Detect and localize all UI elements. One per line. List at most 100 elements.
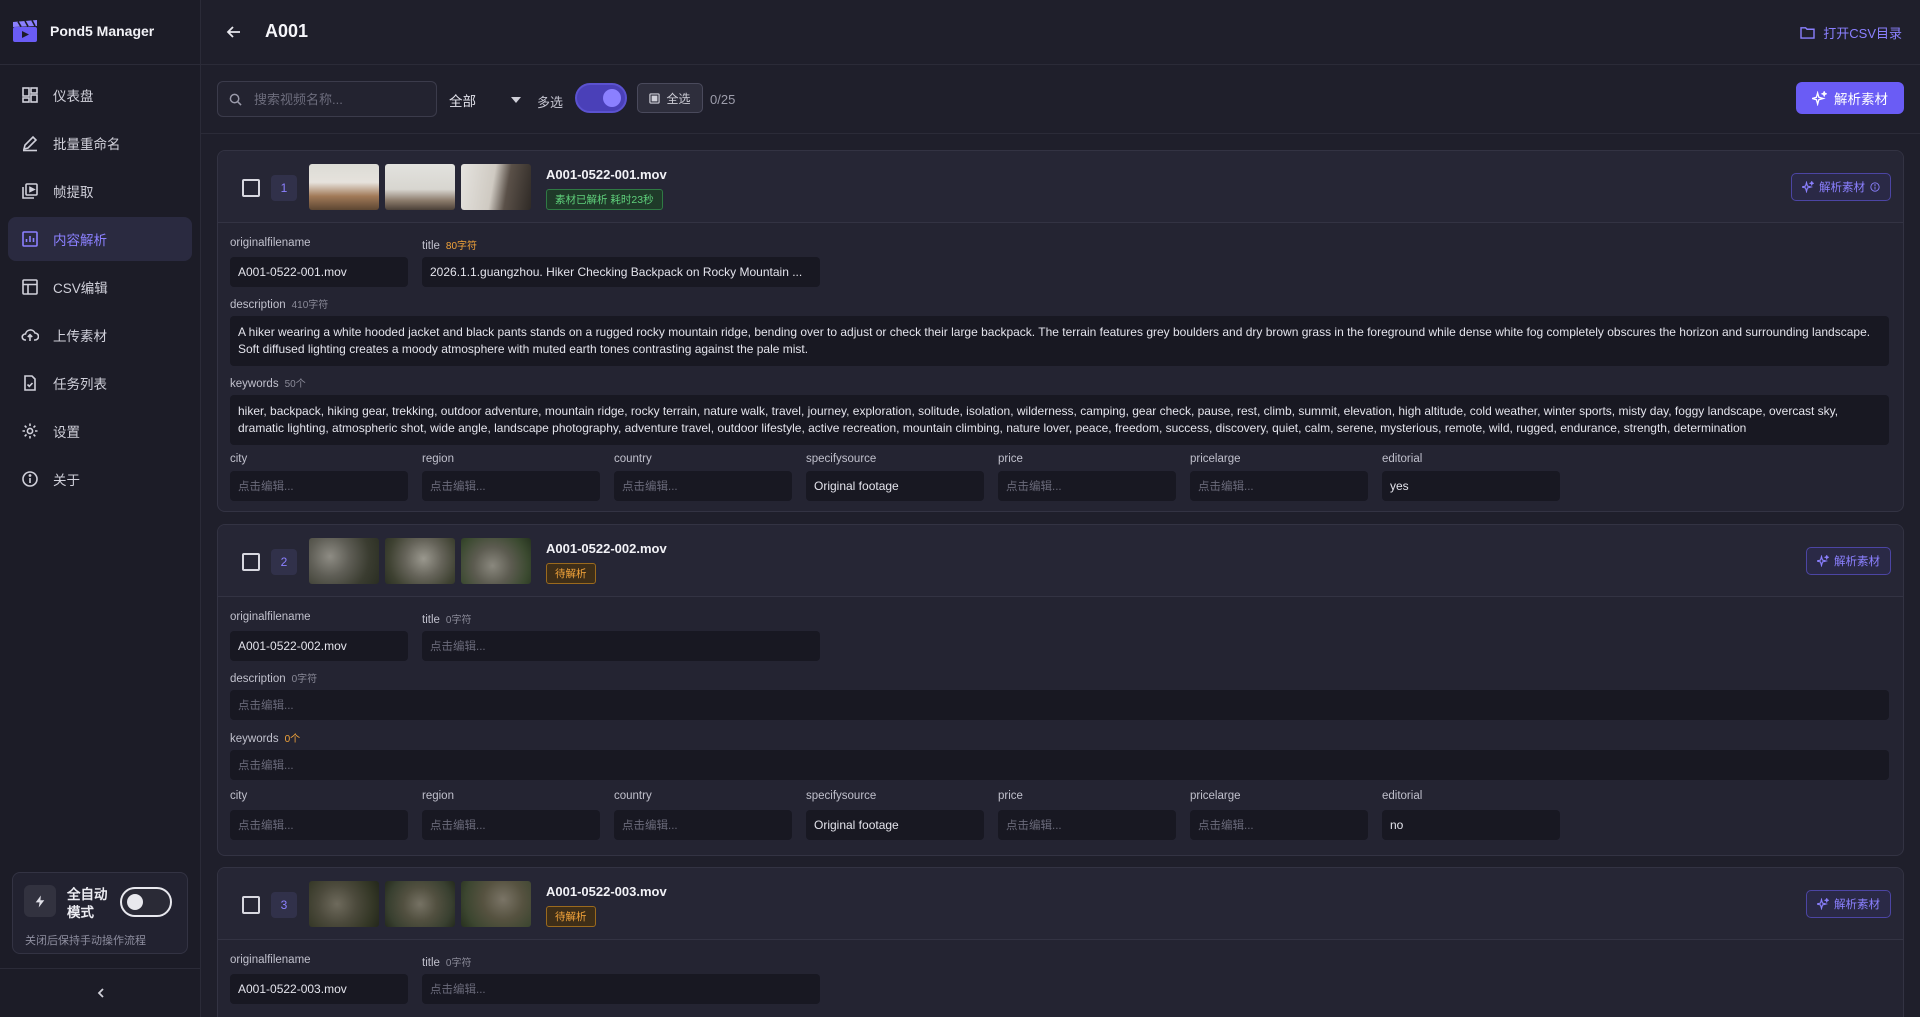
arrow-left-icon — [226, 26, 240, 38]
video-thumbnail[interactable] — [309, 881, 379, 927]
card-index: 2 — [271, 549, 297, 575]
city-field[interactable]: 点击编辑... — [230, 471, 408, 501]
thumbnail-strip — [309, 881, 531, 927]
open-csv-folder-button[interactable]: 打开CSV目录 — [1800, 23, 1902, 42]
card-checkbox[interactable] — [242, 553, 260, 571]
card-analyze-button[interactable]: 解析素材 — [1806, 890, 1891, 918]
clapperboard-logo-icon — [13, 20, 37, 42]
keywords-field[interactable]: hiker, backpack, hiking gear, trekking, … — [230, 395, 1889, 445]
sidebar-item-dashboard[interactable]: 仪表盘 — [8, 73, 192, 117]
video-card: 2 A001-0522-002.mov 待解析 解析素材 originalfil… — [217, 524, 1904, 856]
video-thumbnail[interactable] — [461, 164, 531, 210]
filter-value: 全部 — [449, 94, 476, 109]
video-thumbnail[interactable] — [385, 538, 455, 584]
sparkle-icon — [1812, 90, 1827, 106]
video-thumbnail[interactable] — [309, 538, 379, 584]
auto-mode-description: 关闭后保持手动操作流程 — [25, 935, 146, 947]
auto-mode-card: 全自动模式 关闭后保持手动操作流程 — [12, 872, 188, 954]
search-input[interactable] — [254, 91, 414, 107]
filter-select[interactable]: 全部 — [449, 90, 521, 110]
video-thumbnail[interactable] — [385, 164, 455, 210]
title-field[interactable]: 点击编辑... — [422, 631, 820, 661]
pricelarge-field[interactable]: 点击编辑... — [1190, 471, 1368, 501]
card-checkbox[interactable] — [242, 896, 260, 914]
region-field[interactable]: 点击编辑... — [422, 810, 600, 840]
card-index: 1 — [271, 175, 297, 201]
card-analyze-button[interactable]: 解析素材 — [1806, 547, 1891, 575]
originalfilename-field[interactable]: A001-0522-003.mov — [230, 974, 408, 1004]
folder-icon — [1800, 27, 1815, 39]
keywords-field[interactable]: 点击编辑... — [230, 750, 1889, 780]
editorial-field[interactable]: no — [1382, 810, 1560, 840]
multi-select-toggle[interactable] — [575, 83, 627, 113]
field-label: keywords 50个 — [230, 375, 306, 390]
analyze-all-button[interactable]: 解析素材 — [1796, 82, 1904, 114]
city-field[interactable]: 点击编辑... — [230, 810, 408, 840]
title-field[interactable]: 2026.1.1.guangzhou. Hiker Checking Backp… — [422, 257, 820, 287]
auto-mode-toggle[interactable] — [120, 887, 172, 917]
page-title: A001 — [265, 21, 309, 41]
sidebar-item-upload[interactable]: 上传素材 — [8, 313, 192, 357]
sidebar-item-label: 关于 — [53, 473, 80, 488]
video-thumbnail[interactable] — [461, 881, 531, 927]
search-icon — [229, 93, 242, 106]
card-filename: A001-0522-003.mov — [546, 884, 667, 899]
app-logo[interactable]: Pond5 Manager — [12, 19, 154, 43]
sparkle-icon — [1802, 181, 1814, 193]
country-field[interactable]: 点击编辑... — [614, 471, 792, 501]
sidebar-item-content-analysis[interactable]: 内容解析 — [8, 217, 192, 261]
field-label: region — [422, 790, 454, 802]
price-field[interactable]: 点击编辑... — [998, 810, 1176, 840]
field-label: editorial — [1382, 453, 1423, 465]
sidebar-item-csv-edit[interactable]: CSV编辑 — [8, 265, 192, 309]
sparkle-icon — [1817, 898, 1829, 910]
originalfilename-field[interactable]: A001-0522-001.mov — [230, 257, 408, 287]
dashboard-icon — [22, 87, 38, 103]
region-field[interactable]: 点击编辑... — [422, 471, 600, 501]
country-field[interactable]: 点击编辑... — [614, 810, 792, 840]
status-badge: 待解析 — [546, 906, 596, 927]
title-field[interactable]: 点击编辑... — [422, 974, 820, 1004]
thumbnail-strip — [309, 164, 531, 210]
card-checkbox[interactable] — [242, 179, 260, 197]
video-card: 3 A001-0522-003.mov 待解析 解析素材 originalfil… — [217, 867, 1904, 1017]
sidebar-item-settings[interactable]: 设置 — [8, 409, 192, 453]
field-label: country — [614, 453, 652, 465]
specifysource-field[interactable]: Original footage — [806, 471, 984, 501]
price-field[interactable]: 点击编辑... — [998, 471, 1176, 501]
card-analyze-button[interactable]: 解析素材 — [1791, 173, 1891, 201]
specifysource-field[interactable]: Original footage — [806, 810, 984, 840]
back-button[interactable] — [224, 22, 244, 42]
lightning-icon — [24, 885, 56, 917]
sparkle-icon — [1817, 555, 1829, 567]
sidebar-item-about[interactable]: 关于 — [8, 457, 192, 501]
field-label: region — [422, 453, 454, 465]
field-label: specifysource — [806, 790, 877, 802]
select-all-icon — [649, 92, 661, 104]
select-all-button[interactable]: 全选 — [637, 83, 703, 113]
description-field[interactable]: 点击编辑... — [230, 690, 1889, 720]
card-filename: A001-0522-001.mov — [546, 167, 667, 182]
field-label: originalfilename — [230, 954, 311, 966]
field-label: title 80字符 — [422, 237, 477, 252]
originalfilename-field[interactable]: A001-0522-002.mov — [230, 631, 408, 661]
chevron-left-icon — [97, 988, 104, 998]
status-badge: 素材已解析 耗时23秒 — [546, 189, 663, 210]
pricelarge-field[interactable]: 点击编辑... — [1190, 810, 1368, 840]
description-field[interactable]: A hiker wearing a white hooded jacket an… — [230, 316, 1889, 366]
sidebar-item-task-list[interactable]: 任务列表 — [8, 361, 192, 405]
upload-cloud-icon — [21, 329, 39, 341]
info-icon — [22, 471, 38, 487]
editorial-field[interactable]: yes — [1382, 471, 1560, 501]
collapse-sidebar-button[interactable] — [91, 983, 111, 1003]
char-count: 80字符 — [445, 241, 478, 252]
search-box — [217, 81, 437, 117]
sidebar-item-batch-rename[interactable]: 批量重命名 — [8, 121, 192, 165]
video-thumbnail[interactable] — [461, 538, 531, 584]
video-thumbnail[interactable] — [309, 164, 379, 210]
toolbar: 全部 多选 全选 0/25 解析素材 — [201, 65, 1920, 134]
video-thumbnail[interactable] — [385, 881, 455, 927]
sidebar-item-frame-extract[interactable]: 帧提取 — [8, 169, 192, 213]
sidebar: Pond5 Manager 仪表盘 批量重命名 帧提取 内容解析 CSV编辑 上… — [0, 0, 201, 1017]
thumbnail-strip — [309, 538, 531, 584]
